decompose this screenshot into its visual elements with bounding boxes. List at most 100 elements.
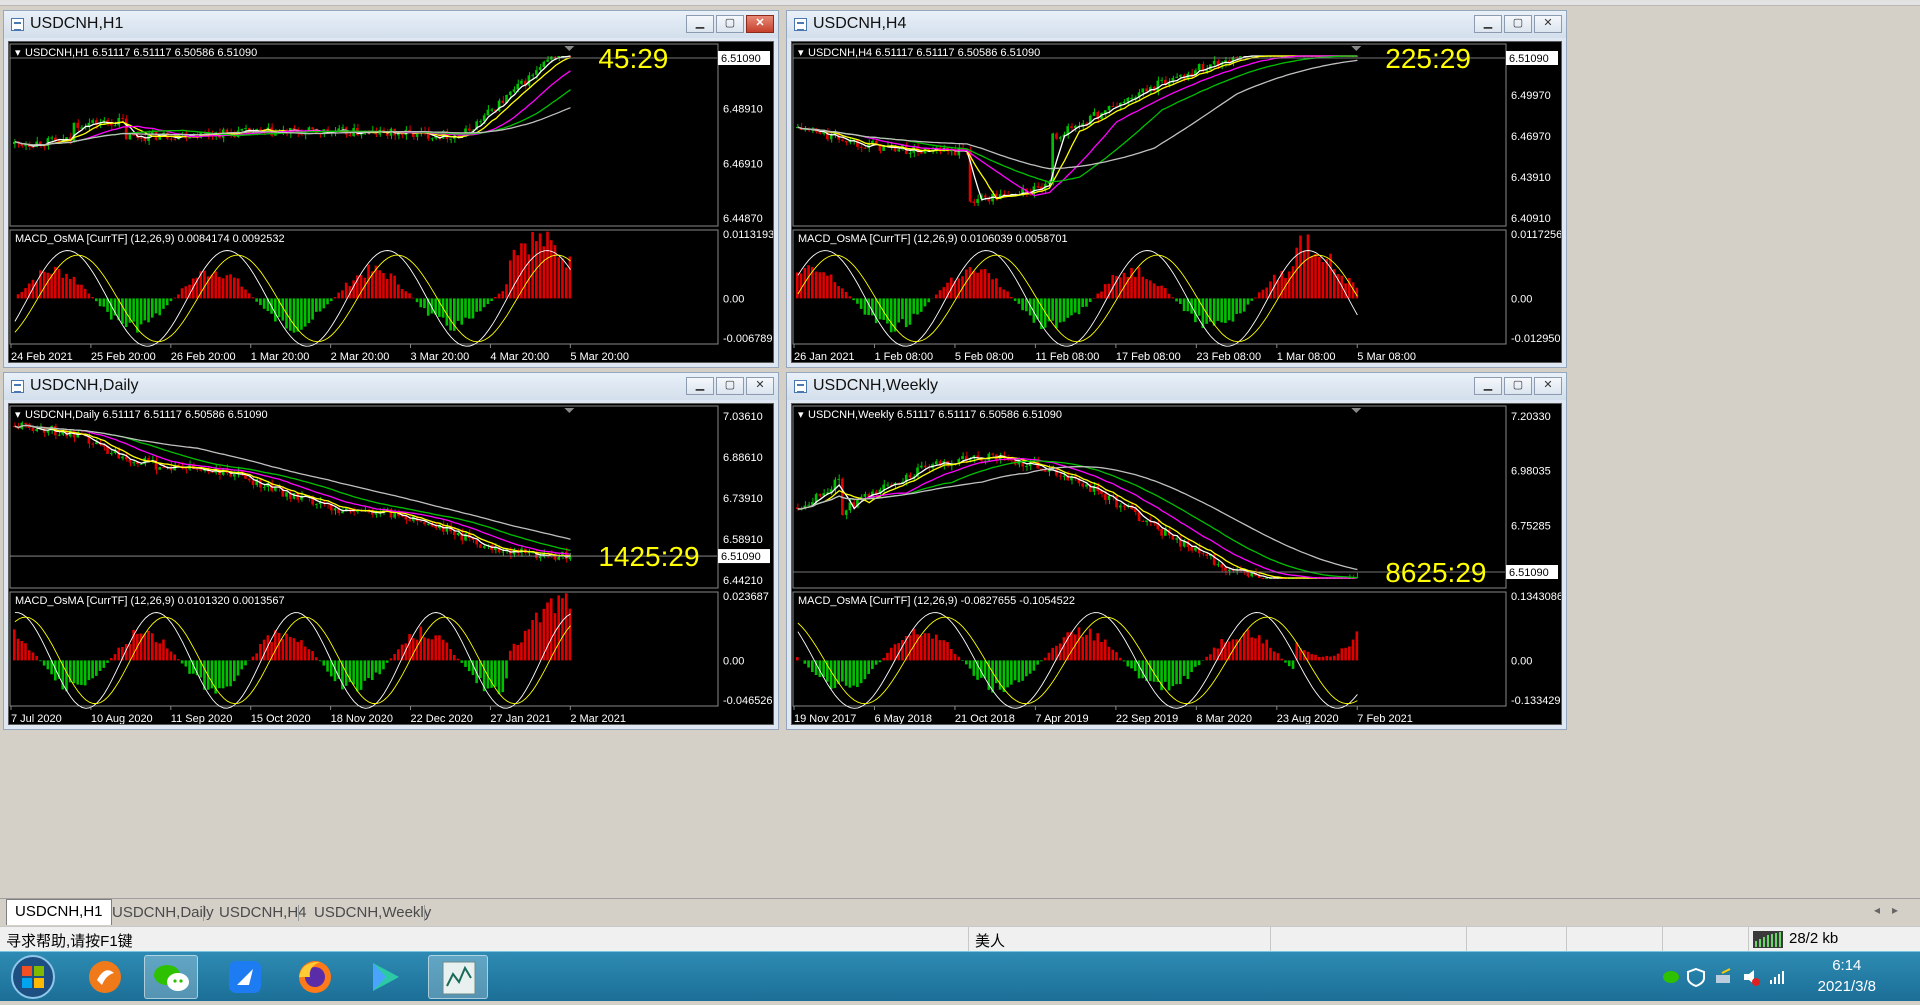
osma-histogram-bar [1232,298,1235,321]
osma-histogram-bar [263,640,266,661]
minimize-button[interactable]: ▁ [1474,377,1502,395]
osma-histogram-bar [1277,653,1280,660]
time-axis-label: 19 Nov 2017 [794,713,856,724]
minimize-button[interactable]: ▁ [686,377,714,395]
taskbar-app-wechat[interactable] [144,955,198,999]
candle-body [528,552,531,553]
chart-area[interactable]: 6.51090▾USDCNH,H4 6.51117 6.51117 6.5058… [791,41,1562,363]
time-axis-label: 25 Feb 20:00 [91,351,156,362]
taskbar-app-feishu[interactable] [218,955,272,999]
maximize-button[interactable]: ▢ [1504,15,1532,33]
chart-window-weekly[interactable]: USDCNH,Weekly ▁ ▢ ✕ 6.51090▾USDCNH,Weekl… [786,372,1567,730]
osma-histogram-bar [244,290,247,299]
osma-histogram-bar [528,629,531,660]
candle-body [32,147,35,148]
osma-histogram-bar [1254,638,1257,660]
maximize-button[interactable]: ▢ [1504,377,1532,395]
candle-body [233,474,236,476]
osma-histogram-bar [796,272,799,298]
window-titlebar[interactable]: USDCNH,H1 ▁ ▢ ✕ [4,11,778,38]
close-button[interactable]: ✕ [746,377,774,395]
maximize-button[interactable]: ▢ [716,15,744,33]
window-titlebar[interactable]: USDCNH,H4 ▁ ▢ ✕ [787,11,1566,38]
osma-histogram-bar [1322,262,1325,298]
osma-histogram-bar [1074,298,1077,312]
chart-window-icon [794,18,807,31]
osma-histogram-bar [1048,653,1051,661]
candle-body [132,462,135,463]
osma-histogram-bar [166,298,169,305]
chart-canvas[interactable]: 6.51090▾USDCNH,H4 6.51117 6.51117 6.5058… [792,42,1561,362]
close-button[interactable]: ✕ [1534,15,1562,33]
time-axis-label: 23 Aug 2020 [1277,713,1339,724]
chart-canvas[interactable]: 6.51090▾USDCNH,Daily 6.51117 6.51117 6.5… [9,404,773,724]
candle-body [976,199,979,203]
close-button[interactable]: ✕ [1534,377,1562,395]
window-titlebar[interactable]: USDCNH,Daily ▁ ▢ ✕ [4,373,778,400]
chart-area[interactable]: 6.51090▾USDCNH,H1 6.51117 6.51117 6.5058… [8,41,774,363]
start-orb-icon[interactable] [8,954,58,1000]
time-axis-label: 4 Mar 20:00 [490,351,549,362]
candle-body [864,494,867,497]
osma-histogram-bar [483,298,486,307]
osma-histogram-bar [73,660,76,683]
taskbar-app-mt4[interactable] [428,955,488,999]
tab-scroll-arrows-icon[interactable]: ◂▸ [1874,903,1910,917]
time-axis-label: 8 Mar 2020 [1196,713,1252,724]
tab-usdcnh-daily[interactable]: USDCNH,Daily [104,901,222,923]
candle-body [542,62,545,67]
osma-histogram-bar [382,273,385,298]
chart-area[interactable]: 6.51090▾USDCNH,Daily 6.51117 6.51117 6.5… [8,403,774,725]
chart-window-h1[interactable]: USDCNH,H1 ▁ ▢ ✕ 6.51090▾USDCNH,H1 6.5111… [3,10,779,368]
time-axis-label: 6 May 2018 [874,713,931,724]
chart-canvas[interactable]: 6.51090▾USDCNH,H1 6.51117 6.51117 6.5058… [9,42,773,362]
osma-histogram-bar [43,660,46,665]
osma-histogram-bar [300,640,303,660]
chart-window-daily[interactable]: USDCNH,Daily ▁ ▢ ✕ 6.51090▾USDCNH,Daily … [3,372,779,730]
osma-histogram-bar [408,634,411,660]
osma-histogram-bar [886,298,889,323]
indicator-panel-border [10,592,718,706]
bar-countdown-timer: 45:29 [598,43,668,74]
osma-histogram-bar [501,291,504,298]
osma-histogram-bar [1325,259,1328,299]
taskbar-app-firefox[interactable] [288,955,342,999]
minimize-button[interactable]: ▁ [1474,15,1502,33]
osma-histogram-bar [1168,294,1171,299]
osma-histogram-bar [460,298,463,324]
osma-histogram-bar [1025,660,1028,676]
tab-usdcnh-h1[interactable]: USDCNH,H1 [6,899,112,925]
candle-body [173,139,176,140]
chart-canvas[interactable]: 6.51090▾USDCNH,Weekly 6.51117 6.51117 6.… [792,404,1561,724]
candle-body [162,467,165,468]
minimize-button[interactable]: ▁ [686,15,714,33]
candle-body [263,487,266,488]
osma-histogram-bar [35,656,38,660]
osma-histogram-bar [1138,267,1141,298]
osma-histogram-bar [561,258,564,298]
osma-histogram-bar [1352,640,1355,661]
osma-histogram-bar [1250,298,1253,300]
candle-body [434,526,437,528]
candle-body [449,139,452,140]
osma-histogram-bar [1081,637,1084,661]
maximize-button[interactable]: ▢ [716,377,744,395]
osma-histogram-bar [442,640,445,661]
osma-histogram-bar [255,298,258,301]
candle-body [483,546,486,548]
window-titlebar[interactable]: USDCNH,Weekly ▁ ▢ ✕ [787,373,1566,400]
chart-window-h4[interactable]: USDCNH,H4 ▁ ▢ ✕ 6.51090▾USDCNH,H4 6.5111… [786,10,1567,368]
close-button[interactable]: ✕ [746,15,774,33]
osma-histogram-bar [1160,286,1163,299]
taskbar-app-video-player[interactable] [358,955,412,999]
taskbar-clock[interactable]: 6:14 2021/3/8 [1818,955,1876,997]
osma-histogram-bar [505,660,508,678]
tab-usdcnh-weekly[interactable]: USDCNH,Weekly [306,901,439,923]
chart-area[interactable]: 6.51090▾USDCNH,Weekly 6.51117 6.51117 6.… [791,403,1562,725]
taskbar-app-cleaner[interactable] [78,955,132,999]
time-axis-label: 27 Jan 2021 [490,713,551,724]
candle-body [199,469,202,471]
osma-histogram-bar [393,276,396,299]
osma-histogram-bar [991,660,994,692]
osma-histogram-bar [371,660,374,680]
